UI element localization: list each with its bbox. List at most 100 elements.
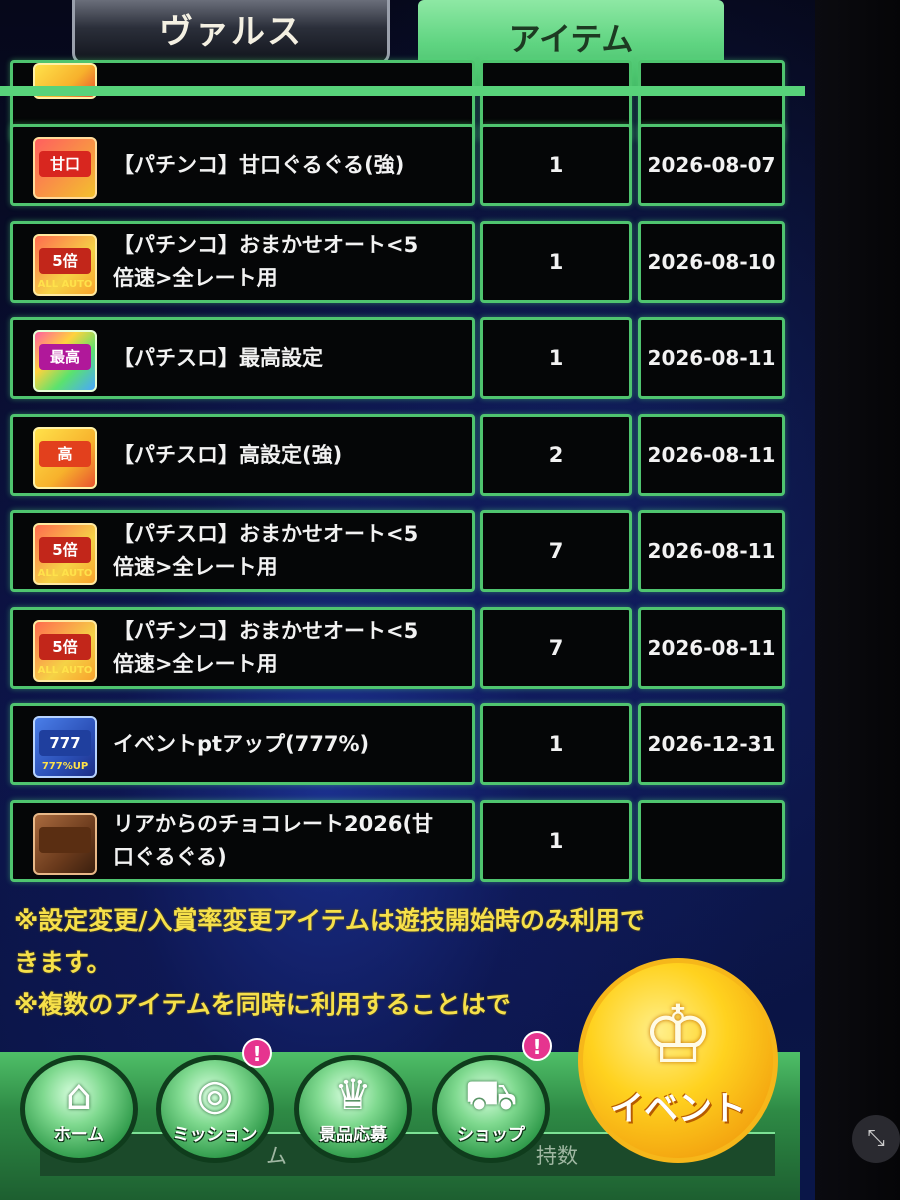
- target-icon: ◎: [196, 1070, 234, 1119]
- item-name: 【パチスロ】おまかせオート<5 倍速>全レート用: [113, 522, 419, 579]
- home-icon: ⌂: [65, 1070, 93, 1119]
- auto-play-icon: 5倍 ALL AUTO: [33, 620, 97, 682]
- home-button[interactable]: ⌂ ホーム: [20, 1055, 138, 1163]
- tab-item-label: アイテム: [508, 20, 634, 58]
- icon-foot-text: [37, 374, 93, 388]
- cart-icon: ⛟: [464, 1070, 518, 1119]
- table-row[interactable]: 甘口 【パチンコ】甘口ぐるぐる(強) 1 2026-08-07: [10, 124, 785, 212]
- item-date-cell: 2026-08-11: [638, 510, 785, 592]
- icon-foot-text: ALL AUTO: [37, 279, 93, 290]
- sweet-spin-icon: 甘口: [33, 137, 97, 199]
- tab-valz-label: ヴァルス: [159, 12, 303, 52]
- icon-foot-text: 777%UP: [41, 761, 89, 772]
- collapse-arrows-icon[interactable]: ⤡: [852, 1115, 900, 1163]
- item-name-cell: リアからのチョコレート2026(甘 口ぐるぐる): [10, 800, 475, 882]
- auto-play-icon: 5倍 ALL AUTO: [33, 234, 97, 296]
- event-pt-up-icon: 777 777%UP: [33, 716, 97, 778]
- item-date-cell: 2026-08-10: [638, 221, 785, 303]
- crown-icon: ♔: [642, 988, 714, 1081]
- table-row[interactable]: 高【パチスロ】高設定(強) 2 2026-08-11: [10, 414, 785, 502]
- shop-label: ショップ: [457, 1125, 525, 1145]
- item-expiry: 2026-08-11: [647, 346, 776, 370]
- strip-text-left: ム: [266, 1144, 287, 1168]
- table-row[interactable]: 5倍 ALL AUTO 【パチンコ】おまかせオート<5 倍速>全レート用 7 2026-…: [10, 607, 785, 695]
- item-date-cell: 2026-08-11: [638, 414, 785, 496]
- prize-button[interactable]: ♛ 景品応募: [294, 1055, 412, 1163]
- note-line: ※設定変更/入賞率変更アイテムは遊技開始時のみ利用で: [14, 906, 645, 935]
- icon-badge-text: 5倍: [39, 248, 91, 274]
- mission-button[interactable]: ◎ ミッション: [156, 1055, 274, 1163]
- prize-label: 景品応募: [319, 1125, 387, 1145]
- shop-button[interactable]: ⛟ ショップ: [432, 1055, 550, 1163]
- item-name-cell: 最高 【パチスロ】最高設定: [10, 317, 475, 399]
- item-name-cell: 高【パチスロ】高設定(強): [10, 414, 475, 496]
- item-date-cell: 2026-08-07: [638, 124, 785, 206]
- device-bezel: [815, 0, 900, 1200]
- item-name-cell: 5倍 ALL AUTO 【パチンコ】おまかせオート<5 倍速>全レート用: [10, 221, 475, 303]
- item-name: 【パチスロ】高設定(強): [113, 442, 343, 467]
- item-qty: 2: [548, 443, 564, 467]
- item-qty-cell: 1: [480, 317, 632, 399]
- icon-badge-text: 777: [39, 730, 91, 756]
- item-expiry: 2026-08-11: [647, 539, 776, 563]
- chocolate-icon: [33, 813, 97, 875]
- item-expiry: 2026-12-31: [647, 732, 776, 756]
- item-qty: 1: [548, 732, 564, 756]
- icon-badge-text: 高: [39, 441, 91, 467]
- item-name-cell: 777 777%UP イベントptアップ(777%): [10, 703, 475, 785]
- icon-foot-text: [37, 471, 93, 485]
- auto-play-icon: 5倍 ALL AUTO: [33, 523, 97, 585]
- table-row[interactable]: リアからのチョコレート2026(甘 口ぐるぐる) 1: [10, 800, 785, 888]
- icon-badge-text: 最高: [39, 344, 91, 370]
- item-expiry: 2026-08-11: [647, 443, 776, 467]
- item-name: リアからのチョコレート2026(甘 口ぐるぐる): [113, 812, 434, 869]
- item-expiry: [641, 803, 782, 879]
- mission-notification-badge: !: [242, 1038, 272, 1068]
- item-name: イベントptアップ(777%): [113, 731, 370, 756]
- item-name: 【パチンコ】甘口ぐるぐる(強): [113, 152, 405, 177]
- item-qty: 7: [548, 539, 564, 563]
- table-row[interactable]: 5倍 ALL AUTO 【パチンコ】おまかせオート<5 倍速>全レート用 1 2026-…: [10, 221, 785, 309]
- icon-badge-text: 5倍: [39, 537, 91, 563]
- item-qty-cell: 1: [480, 800, 632, 882]
- item-qty-cell: 7: [480, 510, 632, 592]
- item-name: 【パチスロ】最高設定: [113, 345, 323, 370]
- item-qty-cell: 1: [480, 703, 632, 785]
- event-label: イベント: [610, 1089, 746, 1129]
- item-date-cell: [638, 800, 785, 882]
- mission-label: ミッション: [172, 1125, 258, 1145]
- item-date-cell: 2026-08-11: [638, 317, 785, 399]
- item-qty-cell: 7: [480, 607, 632, 689]
- icon-badge-text: [39, 827, 91, 853]
- item-date-cell: 2026-08-11: [638, 607, 785, 689]
- item-name: 【パチンコ】おまかせオート<5 倍速>全レート用: [113, 619, 419, 676]
- table-row[interactable]: 5倍 ALL AUTO 【パチスロ】おまかせオート<5 倍速>全レート用 7 2026-…: [10, 510, 785, 598]
- trophy-icon: ♛: [334, 1070, 372, 1119]
- max-setting-icon: 最高: [33, 330, 97, 392]
- item-qty-cell: 2: [480, 414, 632, 496]
- table-row[interactable]: 最高 【パチスロ】最高設定 1 2026-08-11: [10, 317, 785, 405]
- high-setting-icon: 高: [33, 427, 97, 489]
- item-expiry: 2026-08-11: [647, 636, 776, 660]
- item-qty-cell: 1: [480, 221, 632, 303]
- item-name-cell: 5倍 ALL AUTO 【パチンコ】おまかせオート<5 倍速>全レート用: [10, 607, 475, 689]
- item-expiry: 2026-08-07: [647, 153, 776, 177]
- table-row[interactable]: 777 777%UP イベントptアップ(777%) 1 2026-12-31: [10, 703, 785, 791]
- item-qty: 1: [548, 250, 564, 274]
- shop-notification-badge: !: [522, 1031, 552, 1061]
- item-qty: 1: [548, 153, 564, 177]
- tab-underline: [0, 86, 805, 96]
- item-qty: 1: [548, 829, 564, 853]
- home-label: ホーム: [53, 1125, 105, 1145]
- item-qty: 7: [548, 636, 564, 660]
- item-qty-cell: 1: [480, 124, 632, 206]
- item-name-cell: 甘口 【パチンコ】甘口ぐるぐる(強): [10, 124, 475, 206]
- tab-valz[interactable]: ヴァルス: [72, 0, 390, 65]
- item-date-cell: 2026-12-31: [638, 703, 785, 785]
- icon-foot-text: ALL AUTO: [37, 665, 93, 676]
- event-button[interactable]: ♔ イベント: [578, 958, 778, 1163]
- icon-badge-text: 甘口: [39, 151, 91, 177]
- item-qty: 1: [548, 346, 564, 370]
- item-name: 【パチンコ】おまかせオート<5 倍速>全レート用: [113, 233, 419, 290]
- game-screen: ヴァルス アイテム 甘口 【パチンコ】甘口ぐるぐる(強) 1 2026-08-07 5倍…: [0, 0, 815, 1200]
